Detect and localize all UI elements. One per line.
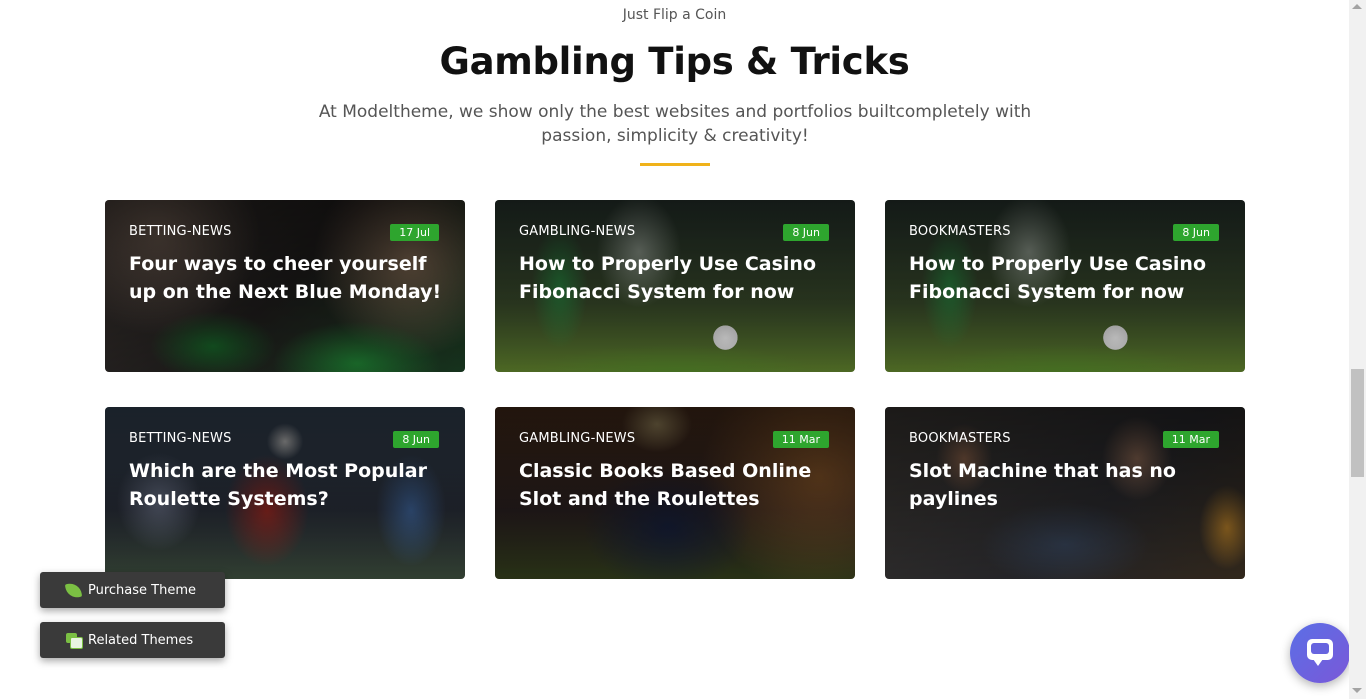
post-title[interactable]: Which are the Most Popular Roulette Syst… (129, 457, 447, 513)
chat-bubble-icon (1307, 639, 1333, 666)
post-title[interactable]: Slot Machine that has no paylines (909, 457, 1227, 513)
post-card[interactable]: BETTING-NEWS 17 Jul Four ways to cheer y… (105, 200, 465, 372)
post-category[interactable]: GAMBLING-NEWS (519, 224, 635, 239)
purchase-theme-label: Purchase Theme (88, 582, 197, 598)
post-category[interactable]: BETTING-NEWS (129, 224, 232, 239)
post-title[interactable]: How to Properly Use Casino Fibonacci Sys… (909, 250, 1227, 306)
post-category[interactable]: BOOKMASTERS (909, 431, 1011, 446)
post-card[interactable]: BOOKMASTERS 11 Mar Slot Machine that has… (885, 407, 1245, 579)
related-themes-button[interactable]: Related Themes (40, 622, 225, 658)
post-card[interactable]: GAMBLING-NEWS 11 Mar Classic Books Based… (495, 407, 855, 579)
post-date-badge: 11 Mar (772, 431, 829, 448)
section-title: Gambling Tips & Tricks (439, 40, 910, 83)
post-title[interactable]: Classic Books Based Online Slot and the … (519, 457, 837, 513)
title-divider (640, 163, 710, 166)
post-title[interactable]: Four ways to cheer yourself up on the Ne… (129, 250, 447, 306)
scrollbar-thumb[interactable] (1351, 369, 1364, 477)
vertical-scrollbar[interactable] (1349, 0, 1366, 699)
post-card[interactable]: GAMBLING-NEWS 8 Jun How to Properly Use … (495, 200, 855, 372)
post-card[interactable]: BETTING-NEWS 8 Jun Which are the Most Po… (105, 407, 465, 579)
post-category[interactable]: GAMBLING-NEWS (519, 431, 635, 446)
post-date-badge: 8 Jun (393, 431, 439, 448)
post-card[interactable]: BOOKMASTERS 8 Jun How to Properly Use Ca… (885, 200, 1245, 372)
post-category[interactable]: BETTING-NEWS (129, 431, 232, 446)
section-kicker: Just Flip a Coin (622, 7, 727, 23)
related-themes-label: Related Themes (88, 632, 194, 648)
post-date-badge: 8 Jun (783, 224, 829, 241)
post-date-badge: 8 Jun (1173, 224, 1219, 241)
post-date-badge: 17 Jul (390, 224, 439, 241)
scroll-up-arrow-icon[interactable] (1352, 4, 1362, 9)
scroll-down-arrow-icon[interactable] (1352, 688, 1362, 693)
post-category[interactable]: BOOKMASTERS (909, 224, 1011, 239)
purchase-theme-button[interactable]: Purchase Theme (40, 572, 225, 608)
section-subtitle: At Modeltheme, we show only the best web… (318, 102, 1032, 146)
leaf-icon (64, 581, 83, 599)
chat-launcher-button[interactable] (1290, 623, 1350, 683)
post-title[interactable]: How to Properly Use Casino Fibonacci Sys… (519, 250, 837, 306)
post-date-badge: 11 Mar (1162, 431, 1219, 448)
stacked-cards-icon (66, 632, 83, 649)
